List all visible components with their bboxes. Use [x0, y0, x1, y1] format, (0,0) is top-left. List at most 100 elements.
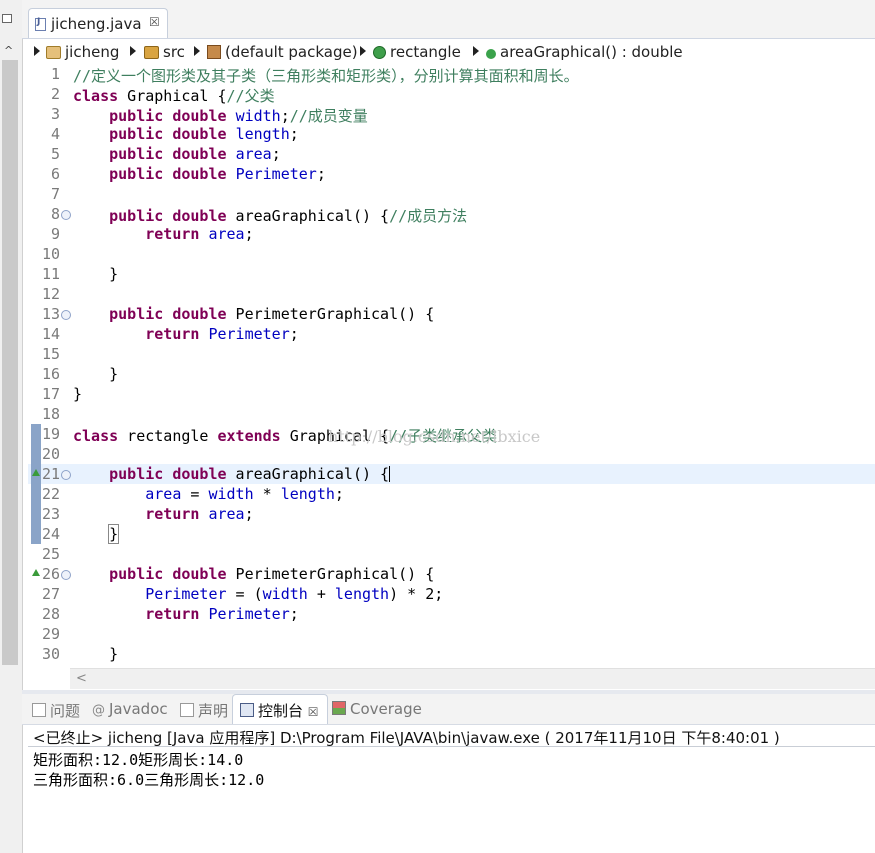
code-line[interactable]: 9 return area;	[28, 224, 875, 244]
tab-label: Coverage	[350, 700, 422, 718]
line-number: 14	[41, 325, 60, 343]
breadcrumb-package[interactable]: (default package)	[207, 43, 358, 61]
class-icon	[373, 46, 386, 59]
code-line[interactable]: 27 Perimeter = (width + length) * 2;	[28, 584, 875, 604]
code-text: }	[73, 265, 119, 283]
line-number: 19	[41, 425, 60, 443]
tab-label: 控制台	[258, 702, 304, 720]
line-number: 23	[41, 505, 60, 523]
code-line[interactable]: 8 public double areaGraphical() {//成员方法	[28, 204, 875, 225]
code-line[interactable]: 25	[28, 544, 875, 564]
code-text: public double PerimeterGraphical() {	[109, 565, 435, 583]
code-line[interactable]: 29	[28, 624, 875, 644]
breadcrumb-src[interactable]: src	[144, 43, 185, 61]
line-number: 12	[41, 285, 60, 303]
console-header: <已终止> jicheng [Java 应用程序] D:\Program Fil…	[33, 729, 780, 747]
declaration-icon	[180, 703, 194, 717]
code-text: public double area;	[109, 145, 281, 163]
line-number: 11	[41, 265, 60, 283]
code-text: public double length;	[109, 125, 299, 143]
console-output-line: 三角形面积:6.0三角形周长:12.0	[33, 771, 265, 789]
line-number: 15	[41, 345, 60, 363]
code-line[interactable]: 22 area = width * length;	[28, 484, 875, 504]
minimize-icon[interactable]	[2, 14, 12, 23]
tab-console[interactable]: 控制台 ☒	[240, 700, 319, 721]
code-line[interactable]: 17}	[28, 384, 875, 404]
override-icon[interactable]	[32, 569, 40, 576]
code-line[interactable]: 7	[28, 184, 875, 204]
code-line[interactable]: 24 }	[28, 524, 875, 544]
tab-coverage[interactable]: Coverage	[332, 700, 422, 718]
close-icon[interactable]: ☒	[149, 15, 160, 29]
tab-label: Javadoc	[109, 700, 168, 718]
code-line[interactable]: 30 }	[28, 644, 875, 664]
breadcrumb: jicheng src (default package) rectangle …	[28, 40, 873, 64]
chevron-right-icon	[194, 46, 200, 56]
code-text: public double width;//成员变量	[109, 107, 368, 125]
line-number: 6	[50, 165, 60, 183]
line-number: 16	[41, 365, 60, 383]
breadcrumb-class[interactable]: rectangle	[373, 43, 461, 61]
tab-declaration[interactable]: 声明	[180, 700, 228, 721]
fold-toggle-icon[interactable]	[61, 210, 71, 220]
code-line[interactable]: 2 class Graphical {//父类	[28, 84, 875, 105]
horizontal-scrollbar[interactable]: <	[70, 668, 875, 689]
code-line[interactable]: 11 }	[28, 264, 875, 284]
code-editor[interactable]: 1 //定义一个图形类及其子类（三角形类和矩形类），分别计算其面积和周长。 2 cla…	[28, 64, 875, 666]
console-output-line: 矩形面积:12.0矩形周长:14.0	[33, 751, 244, 769]
code-line[interactable]: 10	[28, 244, 875, 264]
line-number: 24	[41, 525, 60, 543]
code-line[interactable]: 20	[28, 444, 875, 464]
code-text: return area;	[145, 225, 254, 243]
code-line[interactable]: 12	[28, 284, 875, 304]
code-text: return area;	[145, 505, 254, 523]
code-line[interactable]: 1 //定义一个图形类及其子类（三角形类和矩形类），分别计算其面积和周长。	[28, 64, 875, 85]
line-number: 17	[41, 385, 60, 403]
line-number: 7	[50, 185, 60, 203]
code-text: area = width * length;	[145, 485, 344, 503]
code-line[interactable]: 21 public double areaGraphical() {	[28, 464, 875, 484]
vertical-scrollbar[interactable]	[2, 60, 18, 665]
tab-label: 声明	[198, 702, 229, 720]
code-line[interactable]: 16 }	[28, 364, 875, 384]
panel-tab-bar: 问题 @ Javadoc 声明 控制台 ☒ Coverage	[22, 694, 875, 725]
code-text: }	[108, 524, 120, 544]
code-line[interactable]: 14 return Perimeter;	[28, 324, 875, 344]
breadcrumb-label: (default package)	[225, 43, 358, 61]
at-sign-icon: @	[92, 703, 105, 718]
code-line[interactable]: 3 public double width;//成员变量	[28, 104, 875, 125]
chevron-up-icon[interactable]: ^	[4, 44, 13, 57]
fold-toggle-icon[interactable]	[61, 470, 71, 480]
code-line[interactable]: 4 public double length;	[28, 124, 875, 144]
line-number: 20	[41, 445, 60, 463]
tab-problems[interactable]: 问题	[32, 700, 80, 721]
fold-toggle-icon[interactable]	[61, 310, 71, 320]
line-number: 4	[50, 125, 60, 143]
tab-javadoc[interactable]: @ Javadoc	[92, 700, 168, 718]
code-line[interactable]: 5 public double area;	[28, 144, 875, 164]
code-line[interactable]: 23 return area;	[28, 504, 875, 524]
code-line[interactable]: 26 public double PerimeterGraphical() {	[28, 564, 875, 584]
code-text: public double areaGraphical() {//成员方法	[109, 207, 468, 225]
fold-toggle-icon[interactable]	[61, 570, 71, 580]
close-icon[interactable]: ☒	[308, 705, 319, 719]
code-text: public double Perimeter;	[109, 165, 326, 183]
breadcrumb-label: rectangle	[390, 43, 461, 61]
breadcrumb-method[interactable]: areaGraphical() : double	[486, 43, 683, 61]
code-line[interactable]: 15	[28, 344, 875, 364]
chevron-left-icon[interactable]: <	[76, 671, 87, 686]
line-number: 27	[41, 585, 60, 603]
code-line[interactable]: 19 class rectangle extends Graphical {//子…	[28, 424, 875, 445]
code-text: return Perimeter;	[145, 325, 299, 343]
code-line[interactable]: 13 public double PerimeterGraphical() {	[28, 304, 875, 324]
code-line[interactable]: 6 public double Perimeter;	[28, 164, 875, 184]
line-number: 1	[50, 65, 60, 83]
breadcrumb-project[interactable]: jicheng	[46, 43, 119, 61]
coverage-icon	[332, 701, 346, 715]
override-icon[interactable]	[32, 469, 40, 476]
code-text: }	[73, 645, 119, 663]
code-text: }	[73, 365, 119, 383]
editor-tab-jicheng[interactable]: jicheng.java ☒	[28, 8, 168, 38]
code-line[interactable]: 18	[28, 404, 875, 424]
code-line[interactable]: 28 return Perimeter;	[28, 604, 875, 624]
